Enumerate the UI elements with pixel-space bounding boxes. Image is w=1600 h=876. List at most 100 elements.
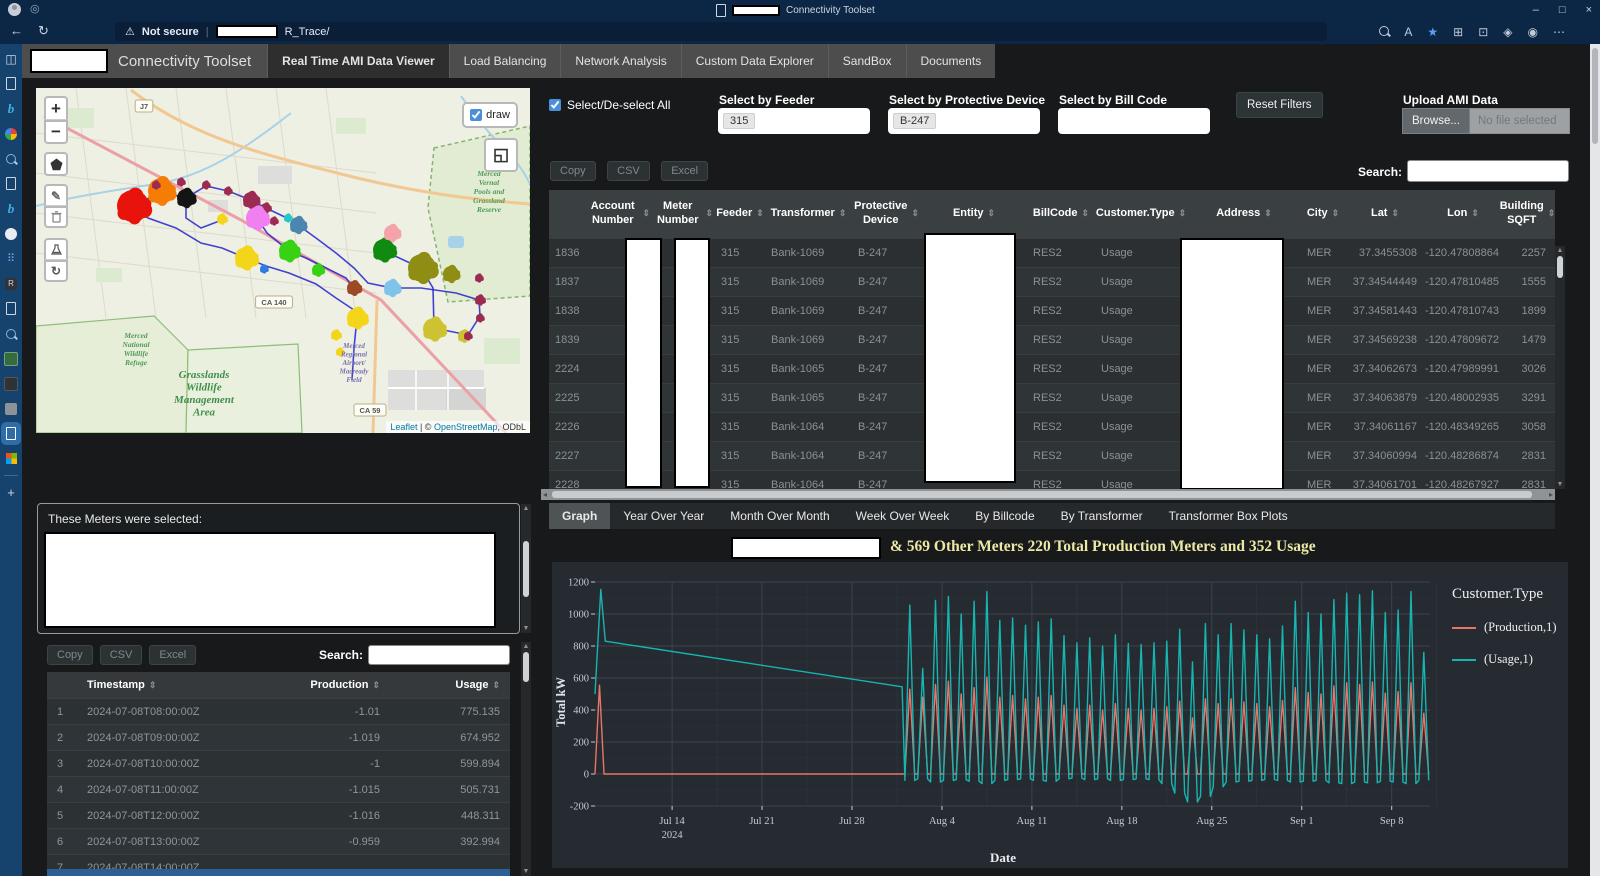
select-all-checkbox[interactable] xyxy=(549,99,561,111)
grid-tab-icon[interactable]: ⠿ xyxy=(0,246,22,271)
column-header-lat[interactable]: Lat⇕ xyxy=(1345,190,1425,238)
csv-button[interactable]: CSV xyxy=(607,161,650,181)
left-excel-button[interactable]: Excel xyxy=(149,645,196,665)
left-table-row[interactable]: 42024-07-08T11:00:00Z-1.015505.731 xyxy=(47,776,510,802)
github-tab-icon[interactable] xyxy=(0,221,22,246)
draw-polygon-button[interactable] xyxy=(44,152,68,176)
vertical-tabs-icon[interactable]: ◫ xyxy=(0,46,22,71)
table-search-input[interactable] xyxy=(1407,160,1569,182)
table-horizontal-scrollbar[interactable]: ◂▸ xyxy=(541,489,1555,500)
new-tab-icon[interactable]: + xyxy=(0,480,22,505)
browser-tab[interactable]: Connectivity Toolset xyxy=(716,0,875,20)
page-scrollbar[interactable] xyxy=(1590,44,1600,876)
nav-tab-load-balancing[interactable]: Load Balancing xyxy=(449,44,561,78)
more-options-icon[interactable]: ⋯ xyxy=(1553,25,1565,39)
left-table-row[interactable]: 12024-07-08T08:00:00Z-1.01775.135 xyxy=(47,698,510,724)
column-header-address[interactable]: Address⇕ xyxy=(1187,190,1301,238)
select-all-toggle[interactable]: Select/De-select All xyxy=(549,98,670,112)
chart-tab-graph[interactable]: Graph xyxy=(549,503,610,529)
table-vertical-scrollbar[interactable]: ▲▼ xyxy=(1555,246,1565,489)
maximize-button[interactable]: □ xyxy=(1559,4,1566,16)
delete-layers-button[interactable] xyxy=(44,206,68,228)
address-bar[interactable]: ⚠ Not secure | R_Trace/ xyxy=(115,22,1327,41)
column-header-customer-type[interactable]: Customer.Type⇕ xyxy=(1095,190,1187,238)
minimize-button[interactable]: – xyxy=(1533,4,1539,16)
column-header-transformer[interactable]: Transformer⇕ xyxy=(765,190,852,238)
terminal-tab-icon[interactable] xyxy=(0,371,22,396)
left-table-row[interactable]: 22024-07-08T09:00:00Z-1.019674.952 xyxy=(47,724,510,750)
read-aloud-icon[interactable]: A xyxy=(1404,25,1412,39)
osm-link[interactable]: OpenStreetMap xyxy=(434,422,498,432)
column-header-feeder[interactable]: Feeder⇕ xyxy=(715,190,765,238)
refresh-icon[interactable]: ↻ xyxy=(38,23,49,39)
nav-tab-sandbox[interactable]: SandBox xyxy=(828,44,906,78)
workspaces-icon[interactable]: ◎ xyxy=(30,2,40,15)
document-tab-icon[interactable] xyxy=(0,296,22,321)
measure-button[interactable] xyxy=(44,238,68,260)
column-header-protective-device[interactable]: Protective Device⇕ xyxy=(852,190,921,238)
zoom-out-button[interactable]: − xyxy=(44,120,68,144)
draw-checkbox[interactable] xyxy=(470,109,482,121)
search-tab-icon[interactable] xyxy=(0,146,22,171)
edit-layers-button[interactable]: ✎ xyxy=(44,184,68,206)
leaflet-map[interactable]: J7CA 140CA 59MercedVernalPools andGrassl… xyxy=(36,88,530,433)
active-document-tab-icon[interactable] xyxy=(0,421,22,446)
profile-avatar[interactable] xyxy=(8,3,21,16)
column-header-account-number[interactable]: Account Number⇕ xyxy=(585,190,652,238)
zoom-in-button[interactable]: + xyxy=(44,96,68,120)
draw-toggle[interactable]: draw xyxy=(462,102,518,128)
left-table-row[interactable]: 52024-07-08T12:00:00Z-1.016448.311 xyxy=(47,802,510,828)
bing-tab-icon[interactable]: b xyxy=(0,96,22,121)
map-preview-tab-icon[interactable] xyxy=(0,346,22,371)
chart-tab-by-billcode[interactable]: By Billcode xyxy=(962,503,1047,529)
selected-panel-scrollbar[interactable]: ▲▼ xyxy=(521,504,531,633)
browse-button[interactable]: Browse... xyxy=(1402,108,1470,134)
copy-button[interactable]: Copy xyxy=(550,161,596,181)
nav-tab-network-analysis[interactable]: Network Analysis xyxy=(560,44,680,78)
document-tab-icon[interactable] xyxy=(0,71,22,96)
device-chip[interactable]: B-247 xyxy=(893,113,936,129)
column-header-entity[interactable]: Entity⇕ xyxy=(921,190,1027,238)
left-csv-button[interactable]: CSV xyxy=(100,645,143,665)
leaflet-link[interactable]: Leaflet xyxy=(390,422,417,432)
left-table-scrollbar[interactable]: ▲▼ xyxy=(521,642,531,876)
column-header-production[interactable]: Production⇕ xyxy=(280,679,390,691)
split-screen-icon[interactable]: ⊞ xyxy=(1453,25,1463,39)
back-icon[interactable]: ← xyxy=(10,23,23,38)
chart-tab-year-over-year[interactable]: Year Over Year xyxy=(610,503,717,529)
column-header-billcode[interactable]: BillCode⇕ xyxy=(1027,190,1095,238)
chart-tab-month-over-month[interactable]: Month Over Month xyxy=(717,503,842,529)
column-header-meter-number[interactable]: Meter Number⇕ xyxy=(652,190,715,238)
rstudio-tab-icon[interactable]: R xyxy=(0,271,22,296)
column-header-usage[interactable]: Usage⇕ xyxy=(390,679,510,691)
microsoft-tab-icon[interactable] xyxy=(0,446,22,471)
nav-tab-real-time-ami-data-viewer[interactable]: Real Time AMI Data Viewer xyxy=(267,44,449,78)
search-tab-icon[interactable] xyxy=(0,321,22,346)
browser-essentials-icon[interactable]: ◈ xyxy=(1503,25,1512,39)
reset-filters-button[interactable]: Reset Filters xyxy=(1236,92,1323,118)
left-table-row[interactable]: 32024-07-08T10:00:00Z-1599.894 xyxy=(47,750,510,776)
left-table-row[interactable]: 62024-07-08T13:00:00Z-0.959392.994 xyxy=(47,828,510,854)
map-canvas[interactable]: J7CA 140CA 59MercedVernalPools andGrassl… xyxy=(36,88,530,433)
mail-tab-icon[interactable] xyxy=(0,396,22,421)
column-header-timestamp[interactable]: Timestamp⇕ xyxy=(77,679,280,691)
refresh-map-button[interactable]: ↻ xyxy=(44,260,68,282)
nav-tab-documents[interactable]: Documents xyxy=(906,44,996,78)
favorites-star-icon[interactable]: ★ xyxy=(1427,25,1438,39)
left-copy-button[interactable]: Copy xyxy=(47,645,93,665)
nav-tab-custom-data-explorer[interactable]: Custom Data Explorer xyxy=(681,44,828,78)
chart-tab-transformer-box-plots[interactable]: Transformer Box Plots xyxy=(1156,503,1301,529)
column-header-building-sqft[interactable]: Building SQFT⇕ xyxy=(1501,190,1554,238)
zoom-icon[interactable] xyxy=(1379,25,1389,39)
privacy-icon[interactable]: ◉ xyxy=(1528,25,1538,39)
feeder-chip[interactable]: 315 xyxy=(723,113,755,129)
close-button[interactable]: × xyxy=(1586,4,1592,16)
left-search-input[interactable] xyxy=(368,645,510,665)
feeder-filter-input[interactable]: 315 xyxy=(718,108,870,134)
billcode-filter-input[interactable] xyxy=(1058,108,1210,134)
google-cloud-tab-icon[interactable] xyxy=(0,121,22,146)
excel-button[interactable]: Excel xyxy=(661,161,708,181)
bing-tab-icon[interactable]: b xyxy=(0,196,22,221)
document-tab-icon[interactable] xyxy=(0,171,22,196)
device-filter-input[interactable]: B-247 xyxy=(888,108,1040,134)
